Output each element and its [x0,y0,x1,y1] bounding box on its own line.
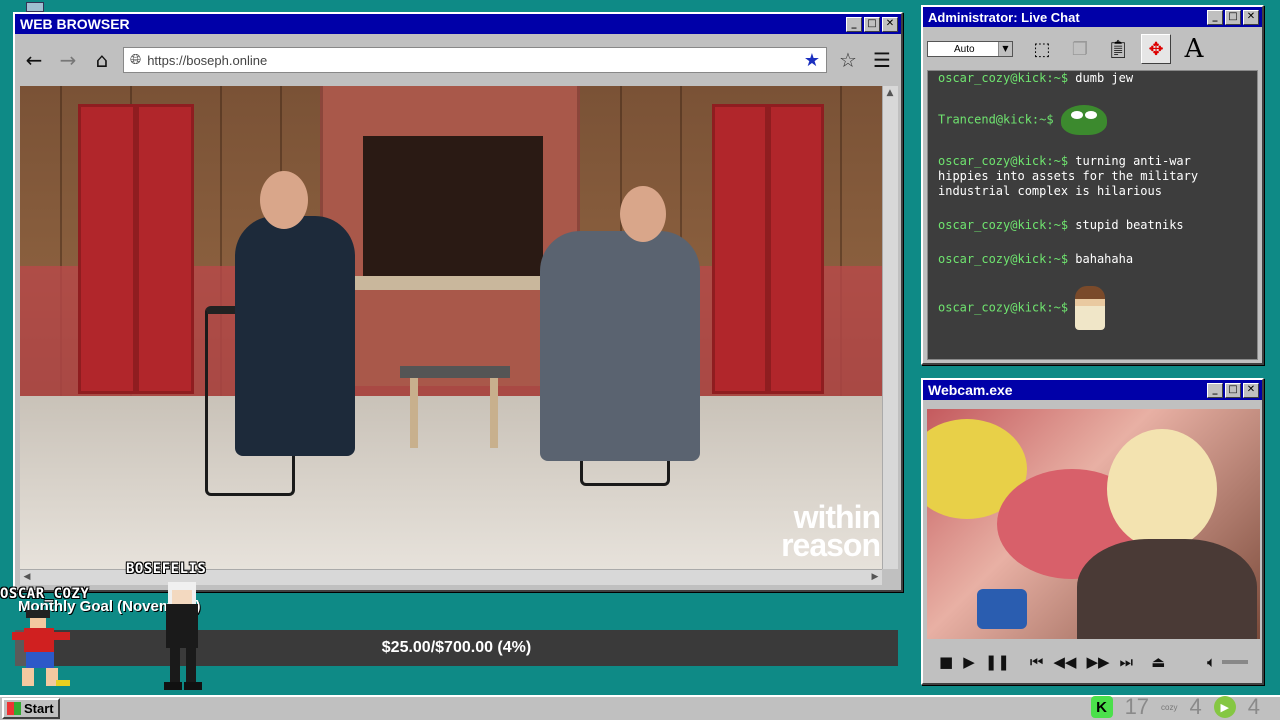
chat-username[interactable]: oscar_cozy@kick:~$ [938,154,1068,168]
favorites-star-icon[interactable]: ☆ [835,48,861,72]
stop-icon[interactable]: ■ [939,653,953,671]
desktop-icon[interactable] [26,2,44,12]
avatar-head [1107,429,1217,549]
video-watermark: within reason [781,499,881,563]
side-table [400,366,510,378]
sprite-name-bosefelis: BOSEFELIS [126,561,207,577]
chat-message: oscar_cozy@kick:~$ turning anti-war hipp… [938,154,1247,199]
kick-channel-label: cozy [1161,702,1178,712]
webcam-title: Webcam.exe [928,382,1013,398]
chat-username[interactable]: oscar_cozy@kick:~$ [938,218,1068,232]
host-person [235,216,355,456]
browser-window: WEB BROWSER _ □ ✕ ← → ⌂ 🌐︎ ★ ☆ ☰ [13,12,903,592]
pepe-emote [1060,105,1107,135]
browser-title: WEB BROWSER [20,16,130,32]
sprite-oscar [12,610,74,690]
scroll-right-icon[interactable]: ▶ [868,570,882,584]
maximize-button[interactable]: □ [1225,382,1241,398]
avatar-body [1077,539,1257,639]
chat-message: oscar_cozy@kick:~$ dumb jew [938,71,1247,86]
font-icon[interactable]: A [1179,34,1209,64]
system-tray: K 17 cozy 4 ▶ 4 [1090,694,1260,720]
goal-progress-bar: $25.00/$700.00 (4%) [15,630,898,666]
play-icon[interactable]: ▶ [963,653,975,671]
skip-forward-icon[interactable]: ⏭ [1120,653,1134,671]
home-icon[interactable]: ⌂ [89,48,115,72]
scroll-left-icon[interactable]: ◀ [20,570,34,584]
minimize-button[interactable]: _ [1207,9,1223,25]
auto-dropdown[interactable]: Auto ▼ [927,41,1013,57]
move-icon[interactable]: ✥ [1141,34,1171,64]
start-button[interactable]: Start [2,698,60,719]
back-arrow-icon[interactable]: ← [21,48,47,72]
webcam-window: Webcam.exe _ □ ✕ ■ ▶ ❚❚ ⏮ ◀◀ ▶▶ ⏭ ⏏ 🔈︎ [921,378,1264,685]
maximize-button[interactable]: □ [864,16,880,32]
chat-message: oscar_cozy@kick:~$ bahahaha [938,252,1247,267]
chat-message: Trancend@kick:~$ [938,105,1247,135]
globe-icon: 🌐︎ [130,52,142,68]
volume-slider[interactable] [1222,660,1248,664]
chat-text: bahahaha [1075,252,1134,266]
chat-text: stupid beatniks [1075,218,1184,232]
video-player[interactable]: within reason [20,86,882,569]
chat-log[interactable]: oscar_cozy@kick:~$ dumb jew Trancend@kick… [927,70,1258,360]
chat-message: oscar_cozy@kick:~$ [938,286,1247,330]
webcam-titlebar[interactable]: Webcam.exe _ □ ✕ [923,380,1262,400]
minimize-button[interactable]: _ [1207,382,1223,398]
goal-progress-text: $25.00/$700.00 (4%) [381,639,532,656]
chat-toolbar: Auto ▼ ⬚ ❐ 📋︎ ✥ A [923,27,1262,71]
guest-person [540,231,700,461]
rumble-icon[interactable]: ▶ [1213,696,1236,718]
volume-icon[interactable]: 🔈︎ [1207,653,1216,671]
volume-control[interactable]: 🔈︎ [1207,653,1248,671]
paste-icon[interactable]: 📋︎ [1103,34,1133,64]
skip-back-icon[interactable]: ⏮ [1030,653,1044,671]
chat-text: dumb jew [1075,71,1134,85]
mug [977,589,1027,629]
chat-titlebar[interactable]: Administrator: Live Chat _ □ ✕ [923,7,1262,27]
sprite-name-oscar: OSCAR_COZY [0,586,90,602]
eject-icon[interactable]: ⏏ [1151,653,1165,671]
kick-viewer-count: 17 [1124,694,1150,719]
taskbar: Start K 17 cozy 4 ▶ 4 [0,694,1280,720]
chat-message: oscar_cozy@kick:~$ stupid beatniks [938,218,1247,233]
kick-icon[interactable]: K [1090,696,1113,718]
forward-arrow-icon[interactable]: → [55,48,81,72]
webcam-avatar-view [927,409,1260,639]
pause-icon[interactable]: ❚❚ [985,653,1010,671]
jesus-emote [1075,286,1106,330]
vertical-scrollbar[interactable]: ▲ [882,86,898,569]
url-input[interactable] [147,52,798,68]
fast-forward-icon[interactable]: ▶▶ [1086,653,1109,671]
sprite-bosefelis [158,582,206,692]
red-door-left [78,104,136,394]
media-controls: ■ ▶ ❚❚ ⏮ ◀◀ ▶▶ ⏭ ⏏ 🔈︎ [927,645,1260,679]
browser-titlebar[interactable]: WEB BROWSER _ □ ✕ [15,14,901,34]
address-bar[interactable]: 🌐︎ ★ [123,47,827,73]
chat-username[interactable]: oscar_cozy@kick:~$ [938,71,1068,85]
windows-logo-icon [7,702,21,715]
copy-icon[interactable]: ❐ [1065,34,1095,64]
chat-username[interactable]: oscar_cozy@kick:~$ [938,301,1068,315]
chevron-down-icon[interactable]: ▼ [998,42,1012,56]
minimize-button[interactable]: _ [846,16,862,32]
video-floor [20,396,882,569]
menu-icon[interactable]: ☰ [869,48,895,72]
live-chat-window: Administrator: Live Chat _ □ ✕ Auto ▼ ⬚ … [921,5,1264,365]
scroll-up-icon[interactable]: ▲ [883,86,897,100]
chat-username[interactable]: oscar_cozy@kick:~$ [938,252,1068,266]
close-button[interactable]: ✕ [1243,9,1259,25]
select-rectangle-icon[interactable]: ⬚ [1027,34,1057,64]
close-button[interactable]: ✕ [882,16,898,32]
chat-username[interactable]: Trancend@kick:~$ [938,113,1054,127]
rumble-viewer-count-2: 4 [1247,694,1260,719]
rumble-viewer-count-1: 4 [1189,694,1202,719]
rewind-icon[interactable]: ◀◀ [1053,653,1076,671]
bookmark-star-filled-icon[interactable]: ★ [804,50,820,71]
red-door-right [712,104,768,394]
chat-title: Administrator: Live Chat [928,9,1080,25]
browser-navbar: ← → ⌂ 🌐︎ ★ ☆ ☰ [15,43,901,77]
close-button[interactable]: ✕ [1243,382,1259,398]
maximize-button[interactable]: □ [1225,9,1241,25]
